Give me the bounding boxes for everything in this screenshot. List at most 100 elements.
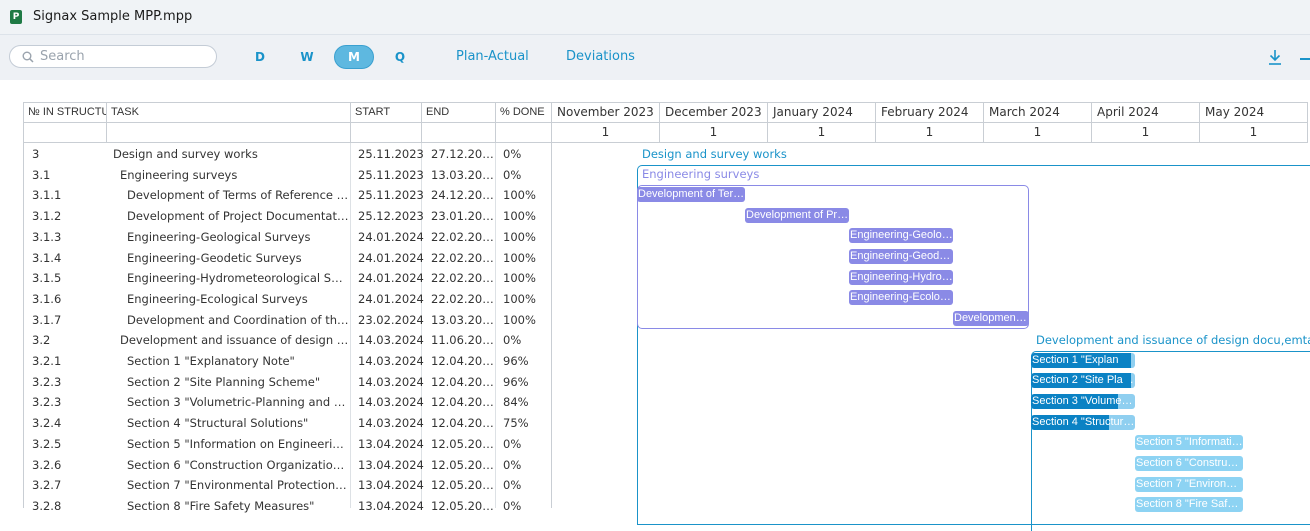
gantt-bar[interactable]: Development of Ter… [637,186,745,202]
cell-done: 0% [503,167,522,182]
table-row[interactable]: 3.1.1 Development of Terms of Reference f… [24,185,552,206]
cell-num: 3.2.4 [32,416,62,431]
gantt-bar[interactable]: Development of Pr… [745,207,849,223]
gantt-bar[interactable]: Section 6 "Construc… [1135,456,1243,471]
cell-start: 13.04.2024 [358,436,424,451]
table-row[interactable]: 3.1.5 Engineering-Hydrometeorological Sur… [24,268,552,289]
table-row[interactable]: 3.1.6 Engineering-Ecological Surveys 24.01… [24,289,552,310]
cell-done: 100% [503,229,536,244]
cell-done: 100% [503,188,536,203]
title-bar: P Signax Sample MPP.mpp [0,0,1310,35]
cell-end: 22.02.2024 [431,291,495,306]
cell-start: 23.02.2024 [358,312,424,327]
month-header: January 2024 [768,102,876,123]
table-row[interactable]: 3.1.7 Development and Coordination of the… [24,310,552,331]
gantt-bar[interactable]: Engineering-Ecolog… [849,290,953,306]
cell-end: 12.05.2024 [431,457,495,472]
toolbar: D W M Q Plan-Actual Deviations [0,35,1310,80]
gantt-chart: November 2023 December 2023 January 2024… [551,102,1310,531]
gantt-bar-label: Engineering-Hydro… [850,270,953,283]
cell-done: 0% [503,457,522,472]
window-title: Signax Sample MPP.mpp [33,9,193,24]
gantt-bar-label: Engineering-Ecolog… [850,291,953,304]
table-row[interactable]: 3.2.1 Section 1 "Explanatory Note" 14.03.2… [24,351,552,372]
gantt-bar[interactable]: Development… [953,311,1029,327]
plan-actual-button[interactable]: Plan-Actual [456,49,529,64]
header-end[interactable]: END [422,102,496,123]
search-input[interactable] [40,48,210,65]
table-row[interactable]: 3.1.4 Engineering-Geodetic Surveys 24.01.2… [24,248,552,269]
table-row[interactable]: 3.2 Development and issuance of design d…… [24,330,552,351]
cell-num: 3.1.5 [32,271,62,286]
search-box[interactable] [9,45,217,68]
gantt-bar[interactable]: Section 4 "Structur… [1031,414,1135,430]
spacer [0,80,1310,102]
cell-task: Section 5 "Information on Engineering … [127,436,349,451]
header-start[interactable]: START [351,102,422,123]
summary-label-design-survey[interactable]: Design and survey works [642,147,787,161]
cell-num: 3.1.1 [32,188,62,203]
cell-end: 12.04.2024 [431,416,495,431]
table-row[interactable]: 3.1 Engineering surveys 25.11.2023 13.03.20… [24,165,552,186]
cell-end: 12.05.2024 [431,498,495,513]
cell-start: 13.04.2024 [358,498,424,513]
cell-end: 27.12.2024 [431,147,495,161]
scale-day-button[interactable]: D [240,45,280,69]
month-tick: 1 [768,123,876,143]
gantt-bar[interactable]: Section 5 "Informati… [1135,435,1243,451]
table-row[interactable]: 3.2.4 Section 4 "Structural Solutions" 14.… [24,413,552,434]
table-row[interactable]: 3.2.5 Section 5 "Information on Engineeri… [24,434,552,455]
table-row[interactable]: 3.1.2 Development of Project Documentatio… [24,206,552,227]
download-icon[interactable] [1268,49,1282,65]
cell-start: 13.04.2024 [358,478,424,493]
cell-end: 12.05.2024 [431,436,495,451]
gantt-bar[interactable]: Section 8 "Fire Safet… [1135,497,1243,513]
cell-done: 100% [503,250,536,265]
cell-task: Development and Coordination of the … [127,312,349,327]
scale-week-button[interactable]: W [287,45,327,69]
gantt-bar[interactable]: Section 3 "Volumet… [1031,393,1135,409]
cell-done: 100% [503,312,536,327]
table-row[interactable]: 3.1.3 Engineering-Geological Surveys 24.01… [24,227,552,248]
cell-num: 3.2.6 [32,457,62,472]
month-tick: 1 [1200,123,1308,143]
header-filler [496,123,552,143]
header-task[interactable]: TASK [107,102,351,123]
summary-bracket-engineering-surveys [637,185,1029,329]
header-filler [422,123,496,143]
cell-start: 25.11.2023 [358,188,424,203]
header-num[interactable]: № IN STRUCTURE [24,102,107,123]
table-row[interactable]: 3.2.7 Section 7 "Environmental Protection… [24,475,552,496]
gantt-bar[interactable]: Engineering-Geode… [849,249,953,264]
scale-quarter-button[interactable]: Q [380,45,420,69]
gantt-bar[interactable]: Section 2 "Site Plan… [1031,373,1135,389]
month-tick: 1 [984,123,1092,143]
gantt-bar[interactable]: Engineering-Geolo… [849,228,953,244]
gantt-bar[interactable]: Section 7 "Environm… [1135,476,1243,492]
table-row[interactable]: 3 Design and survey works 25.11.2023 27.12.… [24,144,552,165]
cell-num: 3.2.3 [32,395,62,410]
cell-done: 0% [503,498,522,513]
gantt-bar[interactable]: Engineering-Hydro… [849,269,953,285]
table-row[interactable]: 3.2.3 Section 3 "Volumetric-Planning and … [24,392,552,413]
deviations-button[interactable]: Deviations [566,49,635,64]
month-header: March 2024 [984,102,1092,123]
gantt-bar-label: Engineering-Geode… [850,250,953,262]
header-done[interactable]: % DONE [496,102,552,123]
cell-start: 25.12.2023 [358,209,424,224]
more-icon[interactable] [1300,58,1310,60]
table-row[interactable]: 3.2.3 Section 2 "Site Planning Scheme" 14.… [24,372,552,393]
cell-end: 11.06.2024 [431,333,495,348]
gantt-bar[interactable]: Section 1 "Explanat… [1031,352,1135,368]
month-header: May 2024 [1200,102,1308,123]
cell-end: 13.03.2024 [431,167,495,182]
cell-done: 0% [503,436,522,451]
cell-start: 25.11.2023 [358,167,424,182]
summary-label-design-docs[interactable]: Development and issuance of design docu,… [1036,333,1310,347]
scale-month-button[interactable]: M [334,45,374,69]
gantt-bar-label: Section 8 "Fire Safet… [1136,498,1243,511]
table-row[interactable]: 3.2.8 Section 8 "Fire Safety Measures" 13.… [24,496,552,517]
table-row[interactable]: 3.2.6 Section 6 "Construction Organizatio… [24,455,552,476]
task-grid: № IN STRUCTURE TASK START END % DONE 3 De… [23,102,552,513]
summary-label-engineering-surveys[interactable]: Engineering surveys [642,167,759,181]
